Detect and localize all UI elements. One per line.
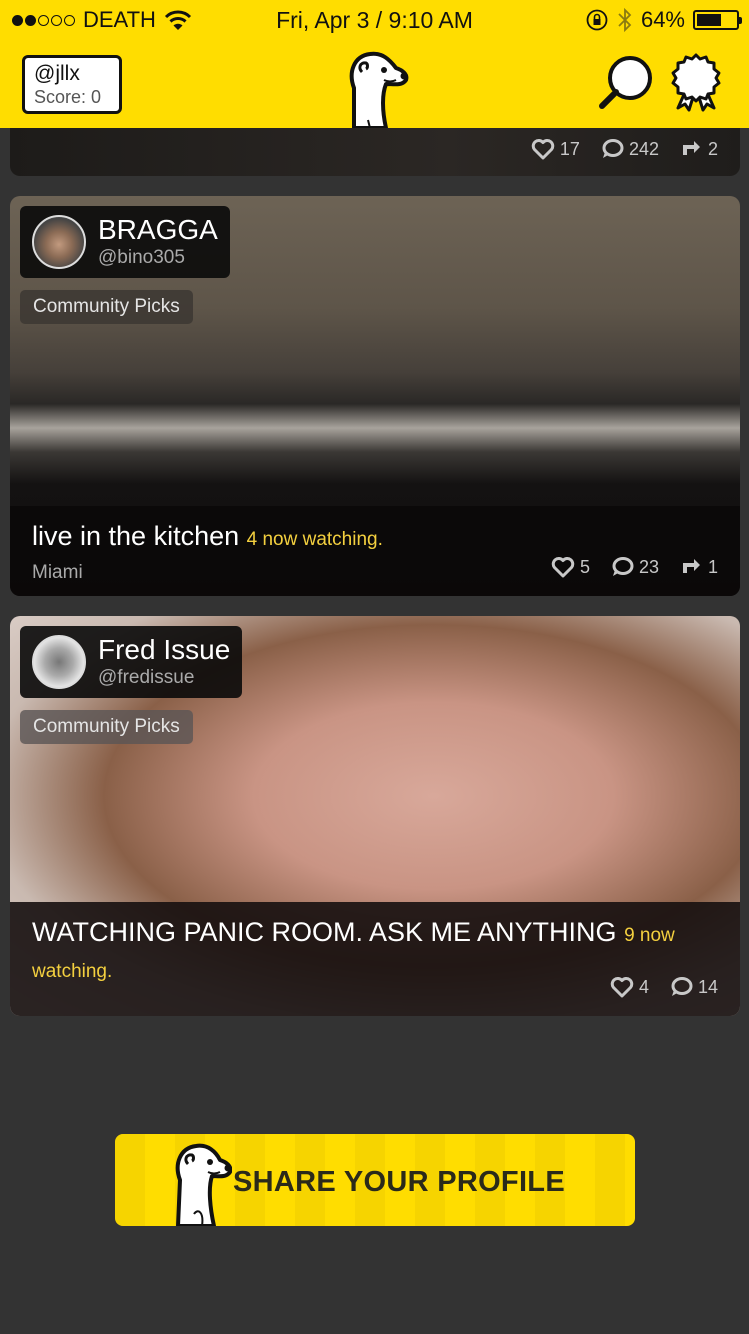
comments-count: 23 xyxy=(638,556,659,577)
likes-stat: 17 xyxy=(531,138,580,160)
comment-bubble-icon xyxy=(671,977,693,996)
meerkat-feed-screen: 17 242 2 DEATH Fri, Apr 3 / 9:10 AM 64% … xyxy=(0,0,749,1334)
bluetooth-icon xyxy=(618,7,632,33)
restream-icon xyxy=(682,559,700,573)
restreams-stat: 2 xyxy=(679,138,718,160)
likes-count: 17 xyxy=(559,138,580,159)
rotation-lock-icon xyxy=(586,9,608,31)
user-chip[interactable]: BRAGGA @bino305 xyxy=(20,206,230,278)
stream-stats: 4 14 xyxy=(610,976,718,998)
app-header: DEATH Fri, Apr 3 / 9:10 AM 64% @jllx Sco… xyxy=(0,0,749,128)
meerkat-logo-icon xyxy=(175,1143,232,1226)
stream-caption: live in the kitchen 4 now watching. Miam… xyxy=(10,506,740,596)
profile-handle: @jllx xyxy=(34,62,80,85)
likes-count: 4 xyxy=(638,976,649,997)
avatar xyxy=(32,215,86,269)
comments-stat: 242 xyxy=(600,138,659,160)
heart-icon xyxy=(551,557,575,578)
likes-stat: 5 xyxy=(551,556,590,578)
profile-score-button[interactable]: @jllx Score: 0 xyxy=(22,55,122,114)
user-handle: @bino305 xyxy=(98,247,185,268)
restreams-stat: 1 xyxy=(679,556,718,578)
user-chip[interactable]: Fred Issue @fredissue xyxy=(20,626,243,698)
share-profile-label: SHARE YOUR PROFILE xyxy=(233,1166,565,1198)
profile-score: Score: 0 xyxy=(34,87,102,107)
watching-count: 4 now watching. xyxy=(246,529,383,550)
stream-title: WATCHING PANIC ROOM. ASK ME ANYTHING xyxy=(32,917,617,947)
stream-title-line: live in the kitchen 4 now watching. xyxy=(32,520,718,556)
restreams-count: 2 xyxy=(707,138,718,159)
comments-stat: 23 xyxy=(610,556,659,578)
meerkat-logo-icon[interactable] xyxy=(340,50,412,128)
award-ribbon-icon[interactable] xyxy=(666,52,726,112)
stream-caption: WATCHING PANIC ROOM. ASK ME ANYTHING 9 n… xyxy=(10,902,740,1016)
user-handle: @fredissue xyxy=(98,667,195,688)
community-picks-badge: Community Picks xyxy=(20,290,193,324)
stream-stats: 5 23 1 xyxy=(551,556,718,578)
battery-icon xyxy=(693,10,742,30)
status-bar: DEATH Fri, Apr 3 / 9:10 AM 64% xyxy=(0,0,749,40)
avatar xyxy=(32,635,86,689)
comments-count: 242 xyxy=(628,138,659,159)
stream-card[interactable]: Fred Issue @fredissue Community Picks WA… xyxy=(10,616,740,1016)
likes-count: 5 xyxy=(579,556,590,577)
heart-icon xyxy=(531,139,555,160)
likes-stat: 4 xyxy=(610,976,649,998)
battery-percent: 64% xyxy=(640,7,685,32)
comment-bubble-icon xyxy=(612,557,634,576)
comment-bubble-icon xyxy=(602,139,624,158)
restream-icon xyxy=(682,141,700,155)
share-profile-button[interactable]: SHARE YOUR PROFILE xyxy=(115,1134,635,1226)
user-name: Fred Issue xyxy=(98,634,231,665)
search-icon[interactable] xyxy=(596,52,656,112)
restreams-count: 1 xyxy=(707,556,718,577)
user-name: BRAGGA xyxy=(98,214,218,245)
stream-title: live in the kitchen xyxy=(32,521,240,551)
comments-stat: 14 xyxy=(669,976,718,998)
community-picks-badge: Community Picks xyxy=(20,710,193,744)
stream-stats: 17 242 2 xyxy=(531,138,718,160)
heart-icon xyxy=(610,977,634,998)
comments-count: 14 xyxy=(697,976,718,997)
stream-card[interactable]: BRAGGA @bino305 Community Picks live in … xyxy=(10,196,740,596)
